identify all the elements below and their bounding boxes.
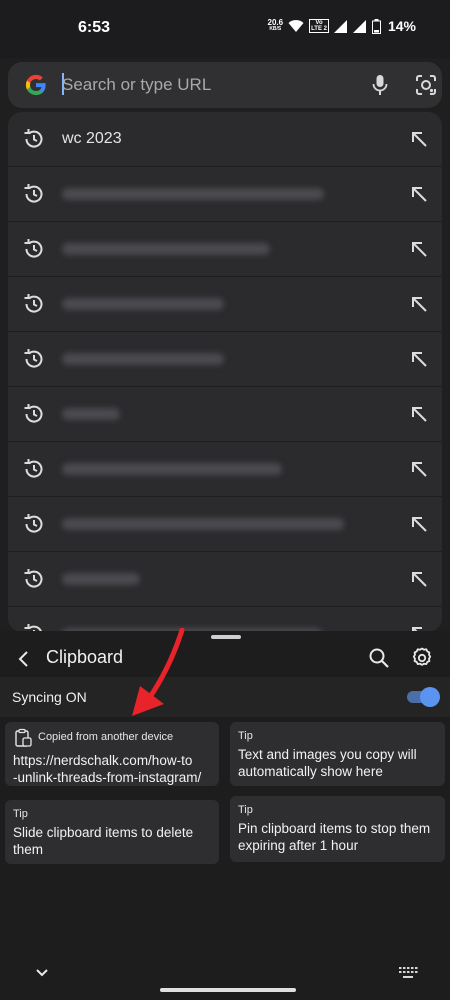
card-text-line2: automatically show here: [238, 764, 383, 779]
suggestion-text: wc 2023: [62, 130, 122, 147]
home-gesture-bar[interactable]: [160, 988, 296, 992]
history-icon: [22, 402, 46, 426]
redacted-suggestion-text: [62, 463, 282, 475]
status-icons: 20.6 KB/S Vo LTE 2 14%: [268, 18, 417, 34]
card-text-line1: Text and images you copy will: [238, 747, 417, 762]
card-text-line1: Slide clipboard items to delete: [13, 825, 194, 840]
suggestion-row[interactable]: [8, 442, 442, 496]
history-icon: [22, 512, 46, 536]
annotation-arrow-icon: [132, 628, 185, 716]
redacted-suggestion-text: [62, 573, 140, 585]
fill-query-arrow-icon[interactable]: [408, 128, 430, 150]
card-label: Tip: [238, 804, 253, 816]
status-time: 6:53: [78, 19, 111, 36]
redacted-suggestion-text: [62, 243, 270, 255]
card-text-line1: https://nerdschalk.com/how-to: [13, 753, 193, 768]
back-icon[interactable]: [12, 647, 36, 671]
fill-query-arrow-icon[interactable]: [408, 568, 430, 590]
card-label: Tip: [238, 730, 253, 742]
text-cursor: [62, 73, 64, 95]
card-label: Copied from another device: [38, 731, 174, 743]
clipboard-header: Clipboard: [0, 643, 450, 677]
suggestion-row[interactable]: wc 2023: [8, 112, 442, 166]
drag-handle[interactable]: [211, 635, 241, 639]
fill-query-arrow-icon[interactable]: [408, 513, 430, 535]
search-icon[interactable]: [367, 646, 391, 670]
history-icon: [22, 567, 46, 591]
suggestion-row[interactable]: [8, 167, 442, 221]
fill-query-arrow-icon[interactable]: [408, 183, 430, 205]
collapse-keyboard-icon[interactable]: [35, 966, 49, 980]
mic-icon[interactable]: [368, 73, 392, 97]
volte-bottom-text: LTE 2: [311, 26, 327, 32]
fill-query-arrow-icon[interactable]: [408, 348, 430, 370]
clipboard-title: Clipboard: [46, 647, 124, 667]
redacted-suggestion-text: [62, 353, 224, 365]
fill-query-arrow-icon[interactable]: [408, 238, 430, 260]
omnibox[interactable]: [8, 62, 442, 108]
redacted-suggestion-text: [62, 408, 120, 420]
volte-badge: Vo LTE 2: [309, 19, 329, 33]
redacted-suggestion-text: [62, 188, 324, 200]
network-speed-unit: KB/S: [269, 26, 282, 32]
sync-row: Syncing ON: [0, 677, 450, 717]
network-speed: 20.6 KB/S: [268, 19, 284, 33]
card-text-line2: expiring after 1 hour: [238, 838, 359, 853]
signal-icon-2: [352, 19, 366, 33]
card-text-line1: Pin clipboard items to stop them: [238, 821, 431, 836]
toggle-knob: [420, 687, 440, 707]
clipboard-panel: Clipboard Syncing ON Copied from another…: [0, 631, 450, 1000]
status-bar: 6:53 20.6 KB/S Vo LTE 2 14%: [0, 0, 450, 58]
suggestion-row[interactable]: [8, 607, 442, 632]
search-input[interactable]: [62, 70, 342, 100]
google-logo-icon: [25, 74, 46, 96]
suggestion-list: wc 2023: [8, 112, 442, 632]
wifi-icon: [288, 20, 304, 32]
fill-query-arrow-icon[interactable]: [408, 458, 430, 480]
clipboard-card-tip[interactable]: Tip Text and images you copy will automa…: [230, 722, 445, 786]
history-icon: [22, 182, 46, 206]
clipboard-card-tip[interactable]: Tip Slide clipboard items to delete them: [5, 800, 219, 864]
lens-icon[interactable]: [414, 73, 438, 97]
history-icon: [22, 292, 46, 316]
gear-icon[interactable]: [410, 646, 434, 670]
history-icon: [22, 457, 46, 481]
card-label: Tip: [13, 808, 28, 820]
redacted-suggestion-text: [62, 298, 224, 310]
sync-label: Syncing ON: [12, 689, 87, 705]
card-text-line2: -unlink-threads-from-instagram/: [13, 770, 202, 785]
suggestion-row[interactable]: [8, 277, 442, 331]
clipboard-card-tip[interactable]: Tip Pin clipboard items to stop them exp…: [230, 796, 445, 862]
battery-icon: [371, 18, 381, 34]
signal-icon: [333, 19, 347, 33]
fill-query-arrow-icon[interactable]: [408, 293, 430, 315]
history-icon: [22, 347, 46, 371]
suggestion-row[interactable]: [8, 332, 442, 386]
keyboard-icon[interactable]: [398, 966, 418, 980]
history-icon: [22, 237, 46, 261]
suggestion-row[interactable]: [8, 387, 442, 441]
network-speed-value: 20.6: [267, 18, 284, 27]
sync-toggle[interactable]: [407, 687, 440, 707]
redacted-suggestion-text: [62, 518, 344, 530]
battery-percent: 14%: [387, 18, 416, 34]
suggestion-row[interactable]: [8, 552, 442, 606]
suggestion-row[interactable]: [8, 497, 442, 551]
suggestion-row[interactable]: [8, 222, 442, 276]
fill-query-arrow-icon[interactable]: [408, 403, 430, 425]
history-icon: [22, 127, 46, 151]
clipboard-device-icon: [15, 728, 32, 747]
clipboard-card-copied[interactable]: Copied from another device https://nerds…: [5, 722, 219, 786]
card-text-line2: them: [13, 842, 44, 857]
